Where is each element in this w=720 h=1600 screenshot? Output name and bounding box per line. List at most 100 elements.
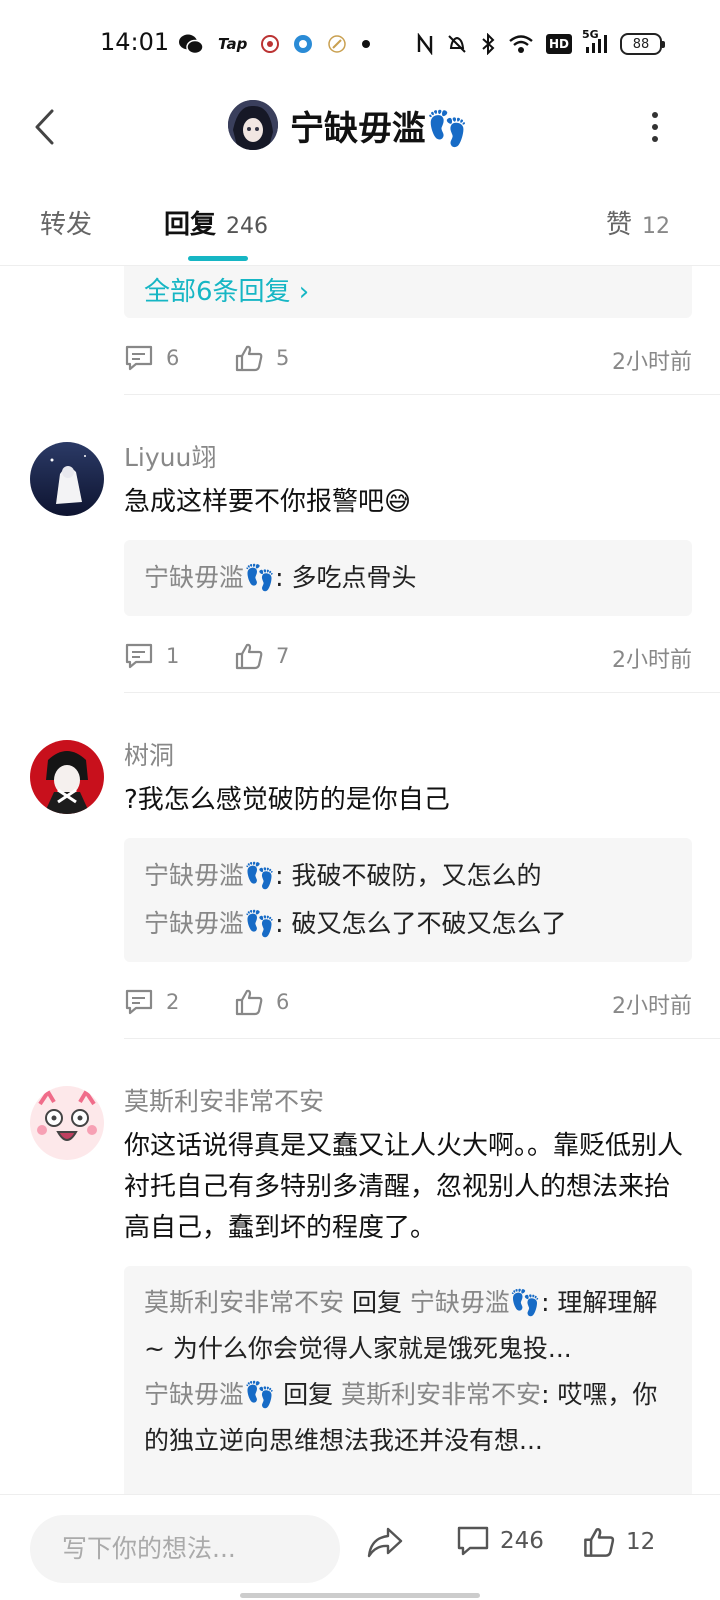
tab-count: 12 [642,214,671,239]
status-bar: 14:01 Tap HD 5G 88 [0,0,720,90]
chevron-left-icon [35,109,54,145]
battery-icon: 88 [620,33,665,55]
like-action[interactable]: 5 [234,338,289,378]
comment-icon [125,989,153,1015]
divider [124,692,720,693]
comment-text: 你这话说得真是又蠢又让人火大啊。。靠贬低别人衬托自己有多特别多清醒，忽视别人的想… [124,1131,684,1243]
avatar[interactable] [30,442,104,516]
header: 宁缺毋滥👣 [0,90,720,180]
tab-label: 赞 [606,210,633,240]
timestamp: 2小时前 [612,648,692,673]
status-right-icons: HD 5G 88 [416,28,665,58]
home-indicator[interactable] [240,1593,480,1598]
more-dot [652,136,658,142]
network-label: 5G [582,28,599,41]
comment-username[interactable]: 莫斯利安非常不安 [124,1082,324,1118]
reply-text: : 我破不破防，又怎么的 [275,861,542,890]
reply-line: 莫斯利安非常不安 回复 宁缺毋滥👣: 理解理解 ~ 为什么你会觉得人家就是饿死鬼… [124,1280,692,1372]
wechat-icon [178,30,204,58]
app-icon [327,30,347,58]
taptap-icon: Tap [218,35,248,53]
reply-connector: 回复 [275,1380,342,1409]
comment-actions: 2 6 2小时前 [124,982,692,1022]
tab-replies[interactable]: 回复 246 [164,204,268,241]
comment-list[interactable]: 全部6条回复 › 6 5 2小时前 Liyuu翊 急成这样要不你报警吧😅 宁缺毋… [0,266,720,1494]
reply-action[interactable]: 6 [124,338,179,378]
reply-count: 2 [166,990,180,1014]
app-icon [261,30,280,58]
reply-text: : 破又怎么了不破又怎么了 [275,909,567,938]
all-replies-link[interactable]: 全部6条回复 › [124,270,692,314]
reply-username[interactable]: 宁缺毋滥👣 [144,909,275,938]
share-icon [367,1527,403,1558]
share-button[interactable] [366,1525,404,1559]
like-button[interactable]: 12 [582,1525,655,1559]
comment-username[interactable]: Liyuu翊 [124,438,216,474]
reply-action[interactable]: 1 [124,636,179,676]
timestamp: 2小时前 [612,994,692,1019]
reply-line: 宁缺毋滥👣: 破又怎么了不破又怎么了 [124,900,692,948]
reply-count: 1 [166,644,180,668]
reply-line: 宁缺毋滥👣: 我破不破防，又怎么的 [124,852,692,900]
timestamp: 2小时前 [612,350,692,375]
wifi-icon [508,30,534,58]
reply-line: 宁缺毋滥👣: 多吃点骨头 [124,554,692,602]
hd-icon: HD [545,34,572,54]
reply-username[interactable]: 莫斯利安非常不安 [144,1288,344,1317]
comment-input[interactable]: 写下你的想法... [30,1515,340,1583]
like-count: 6 [276,990,290,1014]
reply-box[interactable]: 宁缺毋滥👣: 我破不破防，又怎么的 宁缺毋滥👣: 破又怎么了不破又怎么了 [124,838,692,962]
comment-icon [125,345,153,371]
reply-target-username[interactable]: 莫斯利安非常不安 [341,1380,541,1409]
reply-connector: 回复 [344,1288,410,1317]
bottom-bar: 写下你的想法... 246 12 [0,1494,720,1600]
avatar[interactable] [30,1086,104,1160]
status-time: 14:01 [100,28,170,56]
thumbs-up-icon [235,345,263,372]
like-count: 12 [626,1529,656,1555]
reply-text: : 多吃点骨头 [275,563,417,592]
divider [124,394,720,395]
tab-count: 246 [226,214,269,239]
avatar[interactable] [30,740,104,814]
reply-box[interactable]: 莫斯利安非常不安 回复 宁缺毋滥👣: 理解理解 ~ 为什么你会觉得人家就是饿死鬼… [124,1266,692,1494]
reply-username[interactable]: 宁缺毋滥👣 [144,1380,275,1409]
reply-box: 全部6条回复 › [124,266,692,318]
reply-username[interactable]: 宁缺毋滥👣 [144,861,275,890]
thumbs-up-icon [235,989,263,1016]
more-dot [652,112,658,118]
tab-indicator [188,256,248,261]
back-button[interactable] [22,102,66,152]
comment-count: 246 [500,1528,544,1554]
more-button[interactable] [640,102,670,152]
reply-count: 6 [166,346,180,370]
comment-icon [125,643,153,669]
comment-text: ?我怎么感觉破防的是你自己 [124,785,450,815]
like-action[interactable]: 6 [234,982,289,1022]
tab-likes[interactable]: 赞 12 [606,204,670,241]
comment-actions: 6 5 2小时前 [124,338,692,378]
tab-label: 转发 [40,210,93,240]
reply-username[interactable]: 宁缺毋滥👣 [144,563,275,592]
signal-5g-icon: 5G [582,28,608,58]
comment-icon [457,1526,489,1556]
tab-label: 回复 [164,210,217,240]
header-user[interactable]: 宁缺毋滥👣 [228,100,468,150]
mute-icon [446,30,468,58]
app-icon [293,30,313,58]
thumbs-up-icon [584,1528,615,1557]
comment-actions: 1 7 2小时前 [124,636,692,676]
reply-target-username[interactable]: 宁缺毋滥👣 [410,1288,541,1317]
tab-repost[interactable]: 转发 [40,204,92,241]
tab-bar: 转发 回复 246 赞 12 [0,190,720,266]
page-title: 宁缺毋滥👣 [290,108,469,149]
bluetooth-icon [480,30,496,58]
thumbs-up-icon [235,643,263,670]
comment-username[interactable]: 树洞 [124,736,174,772]
like-action[interactable]: 7 [234,636,289,676]
avatar[interactable] [228,100,278,150]
comments-button[interactable]: 246 [456,1525,544,1557]
reply-box[interactable]: 宁缺毋滥👣: 多吃点骨头 [124,540,692,616]
more-dot [652,124,658,130]
reply-action[interactable]: 2 [124,982,179,1022]
